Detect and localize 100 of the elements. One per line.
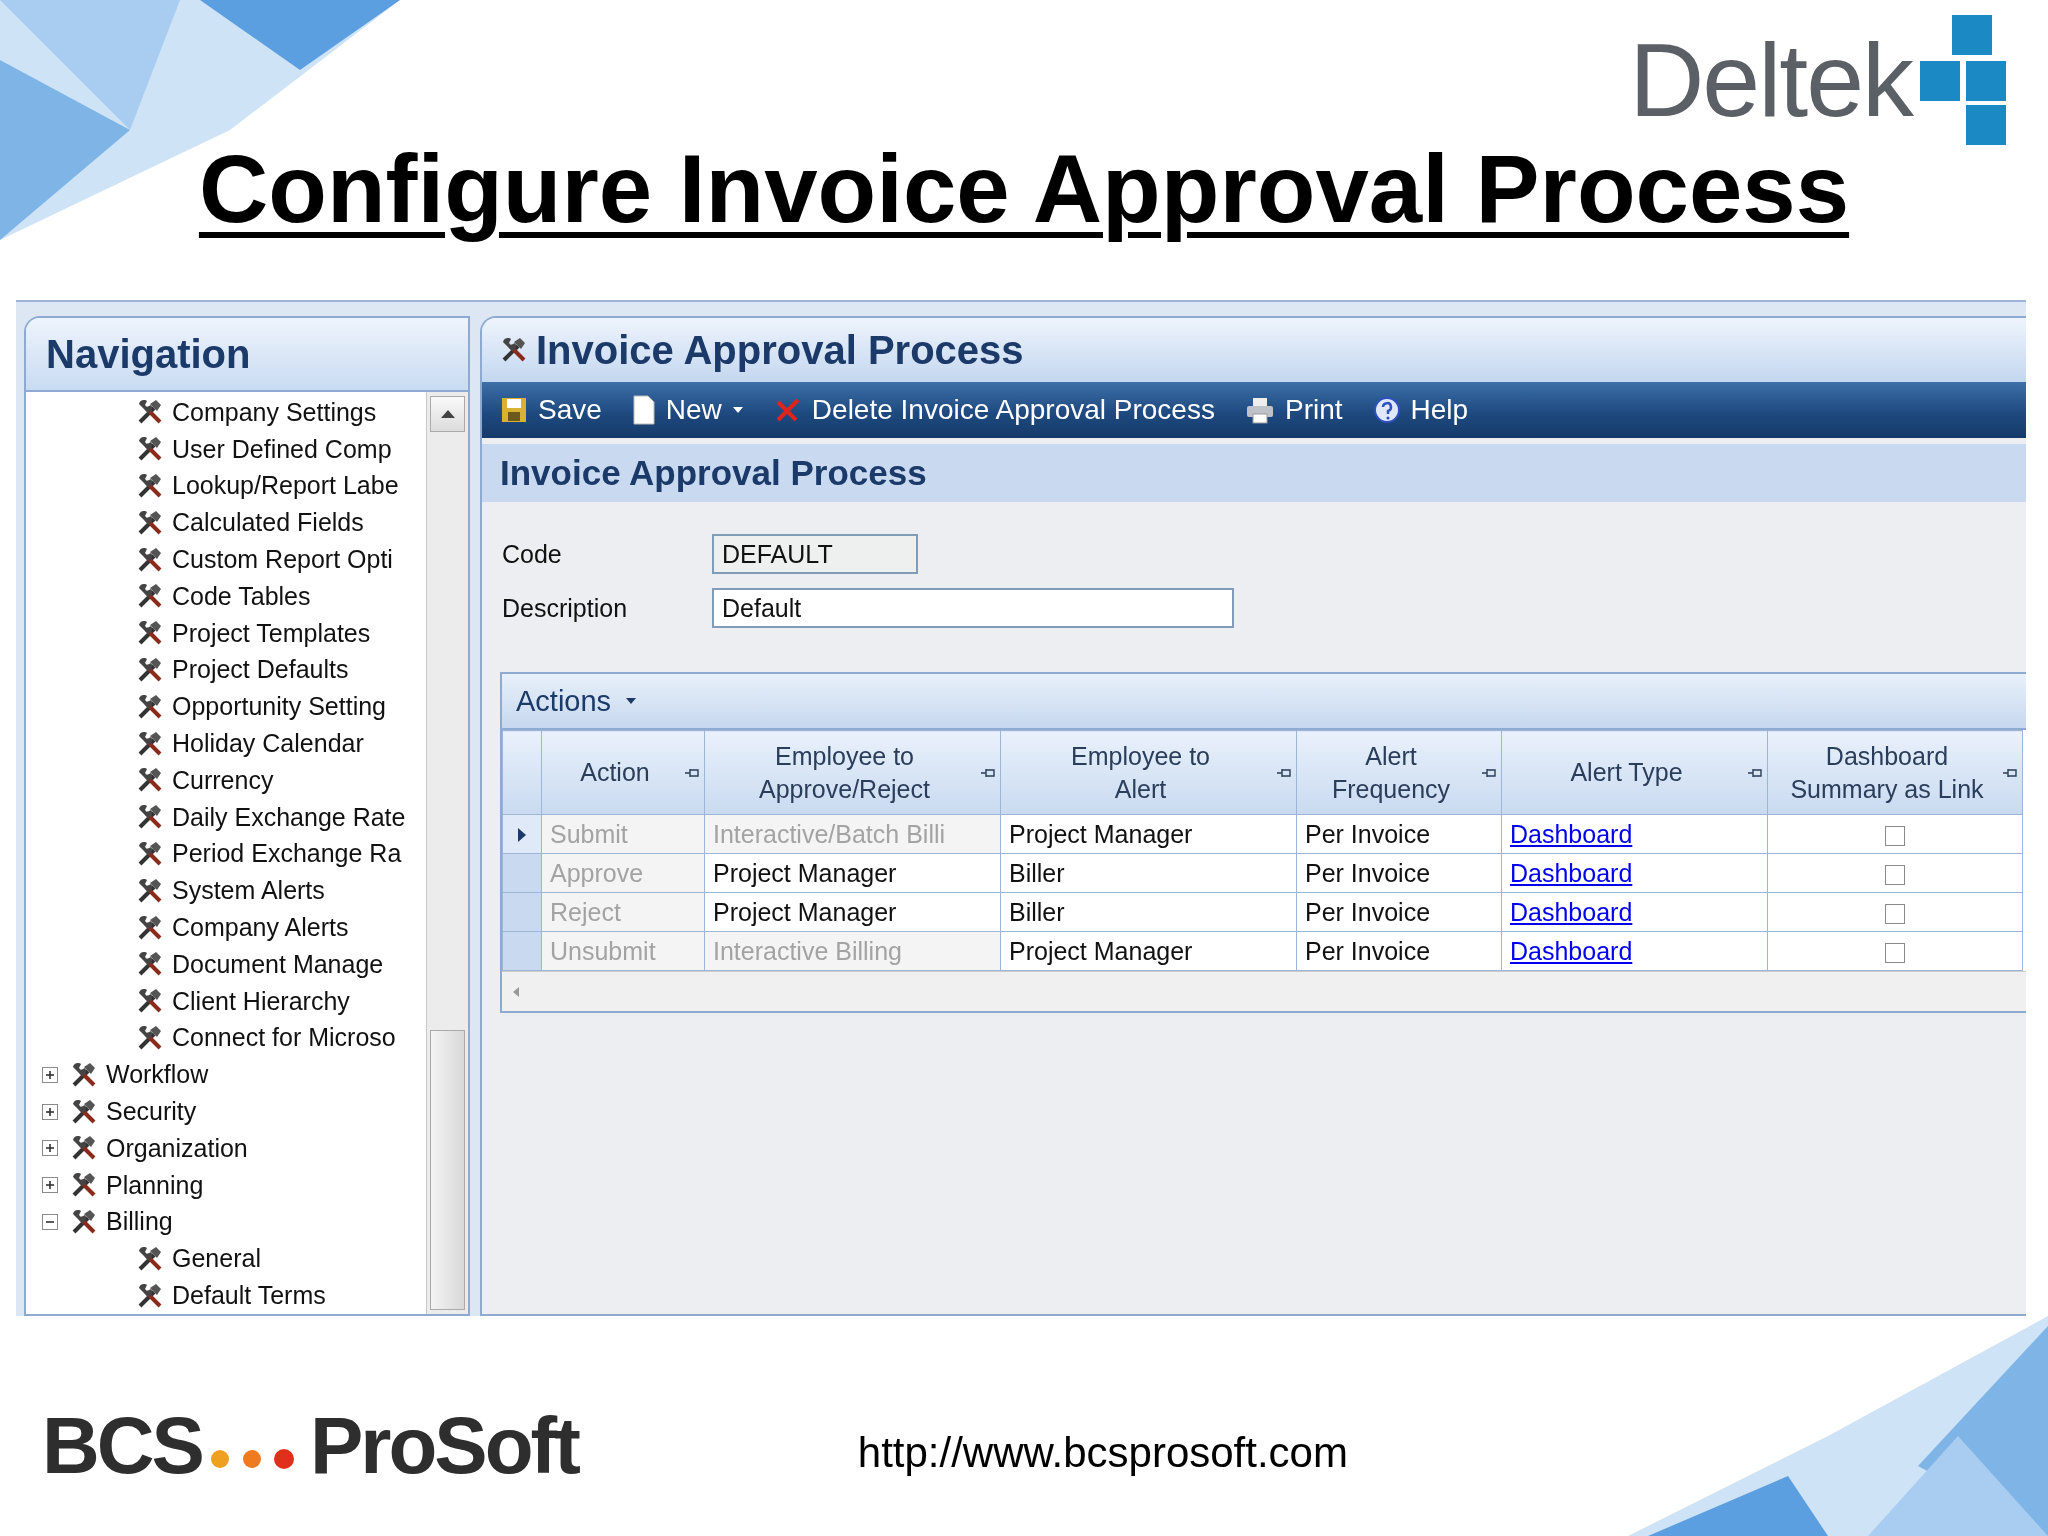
- table-cell: Biller: [1000, 892, 1297, 932]
- column-header[interactable]: Dashboard Summary as Link: [1767, 730, 2023, 815]
- document-icon: [631, 395, 656, 425]
- scrollbar[interactable]: [426, 392, 468, 1314]
- tools-icon: [136, 1281, 164, 1310]
- toolbar-button[interactable]: Print: [1240, 392, 1347, 428]
- table-cell: Per Invoice: [1296, 892, 1502, 932]
- nav-item[interactable]: Document Manage: [26, 945, 426, 983]
- toolbar-button[interactable]: New: [627, 392, 748, 428]
- tools-icon: [136, 655, 164, 684]
- collapse-icon[interactable]: [42, 1213, 58, 1230]
- arrow-icon: [439, 409, 456, 419]
- toolbar-button[interactable]: Delete Invoice Approval Process: [769, 392, 1219, 428]
- nav-item[interactable]: Organization: [26, 1129, 426, 1167]
- tools-icon: [500, 336, 528, 364]
- nav-item[interactable]: Currency: [26, 761, 426, 799]
- panel-title: Invoice Approval Process: [536, 327, 1024, 373]
- print-icon: [1244, 396, 1275, 424]
- table-cell: Reject: [541, 892, 705, 932]
- slide-title: Configure Invoice Approval Process: [198, 136, 1850, 242]
- expand-icon[interactable]: [42, 1140, 58, 1157]
- help-icon: [1372, 396, 1401, 424]
- table-cell: Interactive/Batch Billi: [704, 814, 1001, 854]
- column-label: Action: [580, 757, 650, 789]
- section-title: Invoice Approval Process: [482, 444, 2026, 502]
- column-header[interactable]: Employee to Approve/Reject: [704, 730, 1001, 815]
- column-header[interactable]: Action: [541, 730, 705, 815]
- expand-icon[interactable]: [42, 1066, 58, 1083]
- save-icon: [500, 396, 528, 424]
- checkbox[interactable]: [1885, 903, 1905, 924]
- horizontal-scrollbar[interactable]: [502, 971, 2026, 1011]
- tools-icon: [136, 472, 164, 500]
- footer-brand: BCS: [42, 1400, 202, 1492]
- tools-icon: [136, 729, 164, 758]
- table-cell: Project Manager: [1000, 931, 1297, 971]
- column-header[interactable]: Alert Frequency: [1296, 730, 1502, 815]
- checkbox[interactable]: [1885, 864, 1905, 885]
- tools-icon: [136, 692, 164, 721]
- tools-icon: [136, 839, 164, 868]
- checkbox[interactable]: [1885, 942, 1905, 963]
- nav-item[interactable]: Billing: [26, 1203, 426, 1241]
- arrow-icon: [512, 985, 520, 998]
- brand-name: Deltek: [1629, 28, 1912, 132]
- column-label: Employee to Approve/Reject: [759, 741, 930, 805]
- table-cell: Per Invoice: [1296, 931, 1502, 971]
- table-cell: Submit: [541, 814, 705, 854]
- tools-icon: [70, 1207, 98, 1236]
- column-label: Alert Frequency: [1331, 741, 1451, 805]
- toolbar-button[interactable]: Save: [496, 392, 606, 428]
- nav-item[interactable]: Project Defaults: [26, 651, 426, 689]
- nav-item[interactable]: Holiday Calendar: [26, 725, 426, 762]
- table-cell: Per Invoice: [1296, 853, 1502, 893]
- nav-item[interactable]: Daily Exchange Rate: [26, 798, 426, 836]
- nav-item[interactable]: General: [26, 1240, 426, 1278]
- scroll-up-button[interactable]: [430, 396, 465, 432]
- tools-icon: [136, 1244, 164, 1273]
- nav-item[interactable]: Company Alerts: [26, 909, 426, 946]
- expand-icon[interactable]: [42, 1177, 58, 1194]
- nav-item[interactable]: Client Hierarchy: [26, 982, 426, 1020]
- actions-menu[interactable]: Actions: [510, 683, 644, 719]
- tools-icon: [70, 1060, 98, 1089]
- toolbar-button[interactable]: Help: [1368, 392, 1473, 428]
- nav-item[interactable]: Company Settings: [26, 394, 426, 431]
- table-cell: Project Manager: [704, 892, 1001, 932]
- nav-item[interactable]: Connect for Microso: [26, 1019, 426, 1057]
- tools-icon: [136, 876, 164, 905]
- column-label: Employee to Alert: [1071, 741, 1210, 805]
- nav-item[interactable]: Planning: [26, 1166, 426, 1204]
- table-cell: Per Invoice: [1296, 814, 1502, 854]
- column-header[interactable]: Employee to Alert: [1000, 730, 1297, 815]
- tools-icon: [136, 1023, 164, 1052]
- tools-icon: [136, 545, 164, 574]
- nav-item[interactable]: Lookup/Report Labe: [26, 467, 426, 505]
- tools-icon: [136, 913, 164, 942]
- checkbox[interactable]: [1885, 825, 1905, 846]
- column-header[interactable]: Alert Type: [1501, 730, 1768, 815]
- table-cell: Biller: [1000, 853, 1297, 893]
- nav-item[interactable]: Default Terms: [26, 1277, 426, 1314]
- nav-item[interactable]: Calculated Fields: [26, 504, 426, 542]
- nav-item[interactable]: Project Templates: [26, 614, 426, 652]
- navigation-header: Navigation: [26, 318, 468, 392]
- table-cell: Project Manager: [1000, 814, 1297, 854]
- row-selector[interactable]: [502, 814, 542, 854]
- nav-item[interactable]: Security: [26, 1093, 426, 1130]
- table-cell: Approve: [541, 853, 705, 893]
- input-field[interactable]: Default: [712, 588, 1234, 628]
- nav-item[interactable]: Code Tables: [26, 578, 426, 615]
- nav-item[interactable]: User Defined Comp: [26, 430, 426, 468]
- expand-icon[interactable]: [42, 1103, 58, 1120]
- website-url: http://www.bcsprosoft.com: [857, 1429, 1348, 1477]
- nav-item[interactable]: System Alerts: [26, 872, 426, 910]
- column-label: Alert Type: [1570, 757, 1683, 789]
- nav-item[interactable]: Period Exchange Ra: [26, 835, 426, 873]
- nav-item[interactable]: Custom Report Opti: [26, 541, 426, 578]
- arrow-icon: [517, 826, 527, 843]
- field-label: Code: [502, 539, 563, 569]
- nav-item[interactable]: Opportunity Setting: [26, 688, 426, 726]
- tools-icon: [136, 508, 164, 537]
- nav-item[interactable]: Workflow: [26, 1056, 426, 1094]
- scroll-thumb[interactable]: [430, 1030, 465, 1310]
